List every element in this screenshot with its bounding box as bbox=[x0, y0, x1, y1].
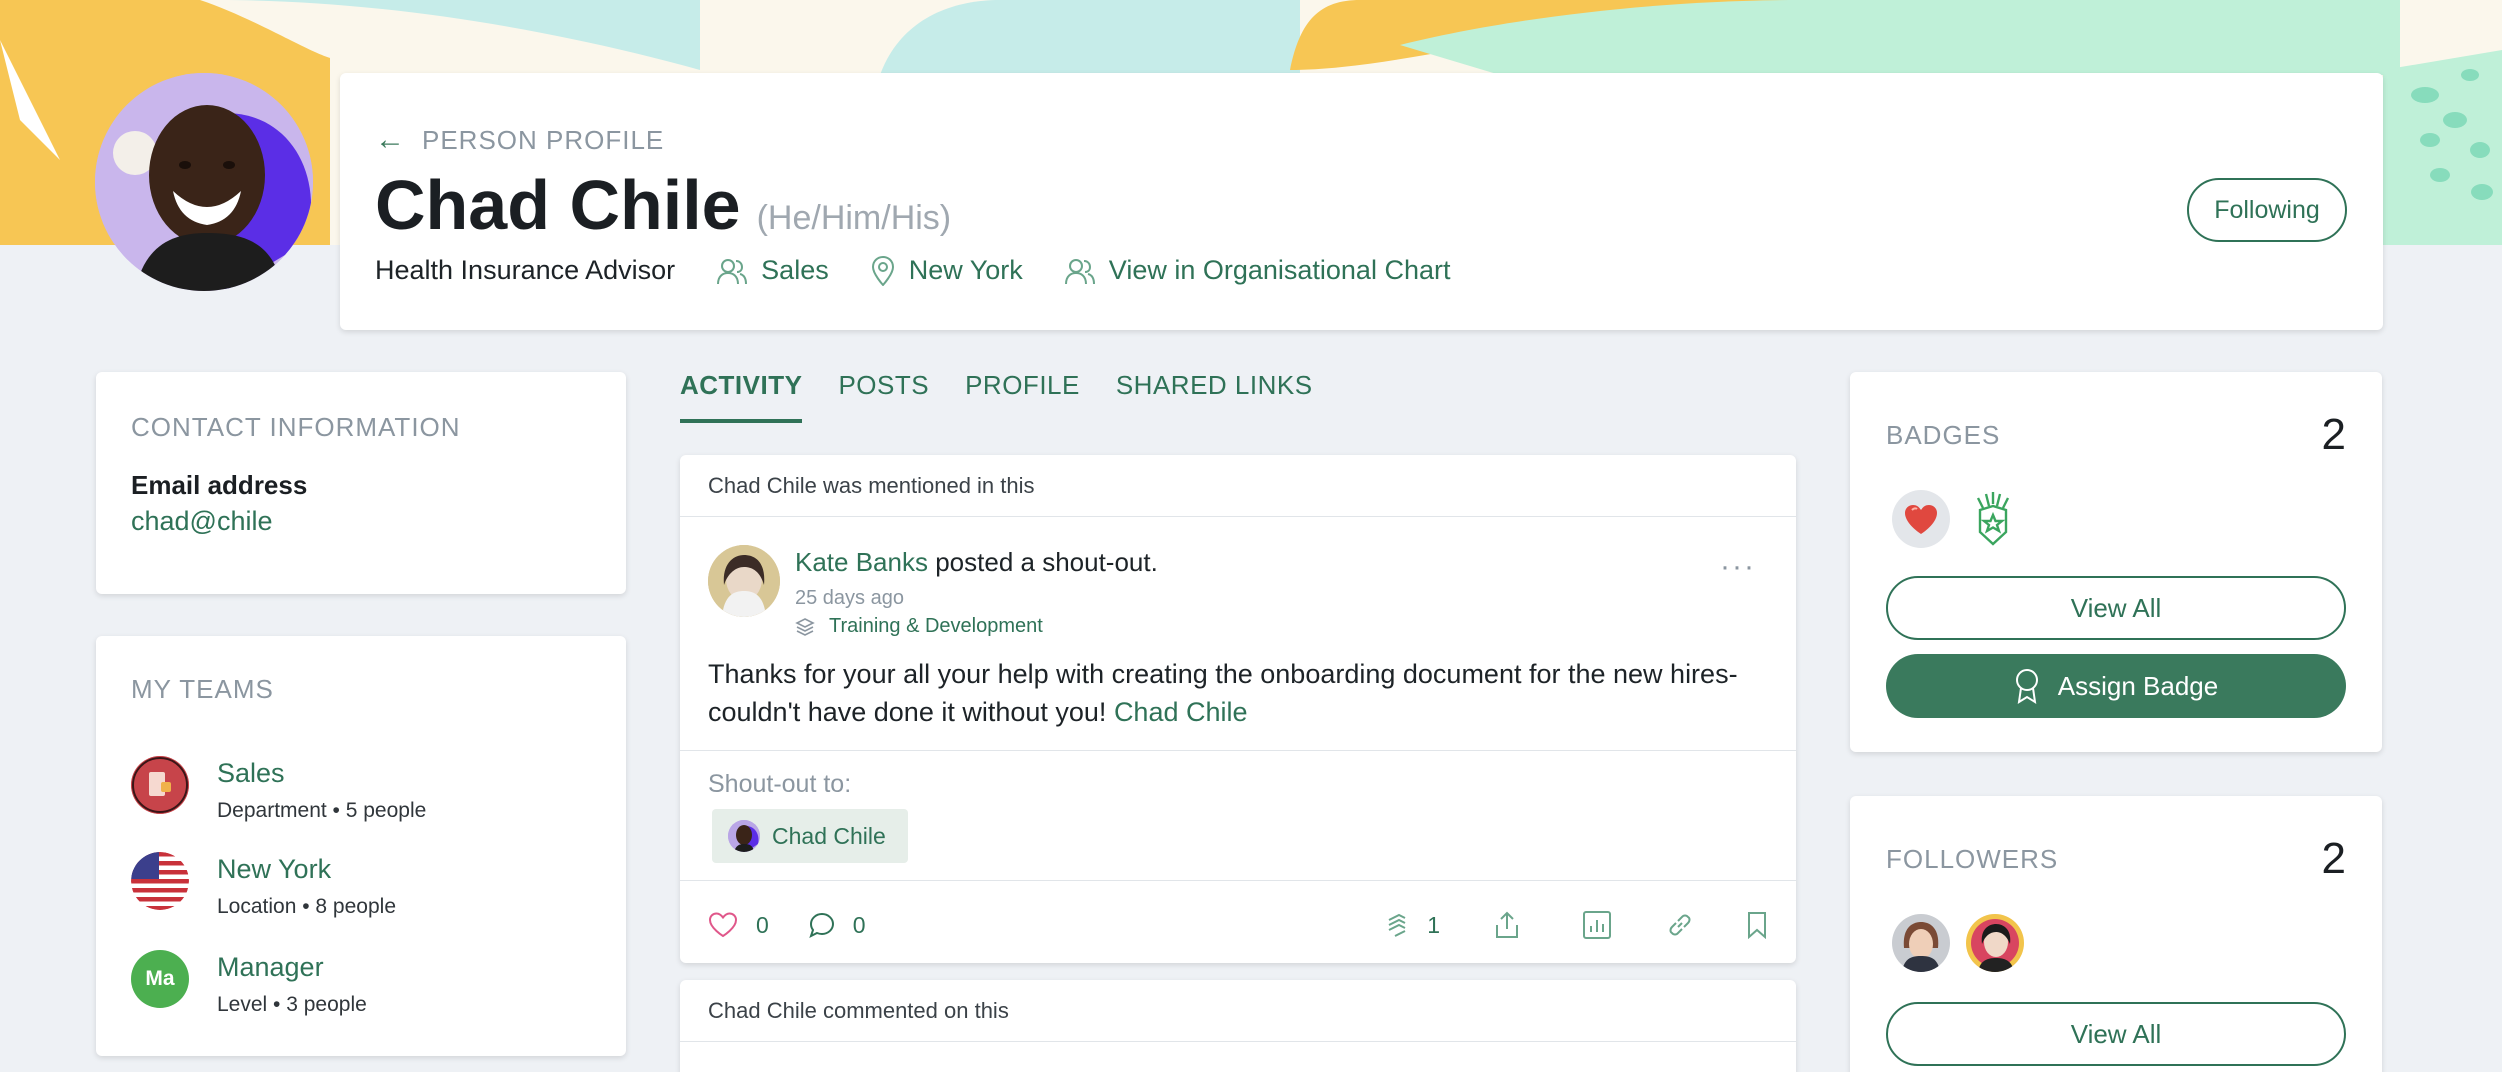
contact-information-card: CONTACT INFORMATION Email address chad@c… bbox=[96, 372, 626, 594]
layers-share-icon bbox=[1388, 913, 1406, 937]
share-button[interactable] bbox=[1494, 911, 1520, 939]
breadcrumb-label: PERSON PROFILE bbox=[422, 124, 665, 155]
assign-badge-button[interactable]: Assign Badge bbox=[1886, 654, 2346, 718]
badges-count: 2 bbox=[2321, 410, 2346, 459]
activity-post-card: Chad Chile was mentioned in this Kate Ba… bbox=[680, 455, 1796, 963]
view-all-badges-button[interactable]: View All bbox=[1886, 576, 2346, 640]
like-button[interactable]: 0 bbox=[708, 912, 769, 939]
star-award-badge-icon[interactable] bbox=[1964, 490, 2022, 548]
profile-avatar bbox=[95, 73, 313, 291]
email-link[interactable]: chad@chile bbox=[131, 506, 273, 537]
follower-list bbox=[1892, 914, 2024, 972]
followers-count: 2 bbox=[2321, 834, 2346, 883]
divider bbox=[680, 880, 1796, 881]
shout-out-label: Shout-out to: bbox=[708, 770, 852, 798]
follower-avatar[interactable] bbox=[1966, 914, 2024, 972]
department-label: Sales bbox=[761, 255, 829, 285]
like-count: 0 bbox=[756, 911, 769, 938]
badges-card: BADGES 2 View All Assign Badge bbox=[1850, 372, 2382, 752]
team-detail: Location • 8 people bbox=[217, 895, 396, 918]
post-actions: 0 0 1 bbox=[708, 905, 1768, 945]
followers-card: FOLLOWERS 2 View All bbox=[1850, 796, 2382, 1072]
recipient-name: Chad Chile bbox=[772, 822, 886, 849]
badge-list bbox=[1892, 490, 2022, 548]
recipient-avatar bbox=[728, 820, 760, 852]
us-flag-icon bbox=[131, 852, 189, 910]
view-all-followers-button[interactable]: View All bbox=[1886, 1002, 2346, 1066]
tab-activity[interactable]: ACTIVITY bbox=[680, 370, 803, 423]
profile-meta: Health Insurance Advisor Sales New York … bbox=[375, 255, 1450, 286]
job-title: Health Insurance Advisor bbox=[375, 255, 676, 285]
comment-count: 0 bbox=[852, 911, 866, 938]
my-teams-card: MY TEAMS Sales Department • 5 people New… bbox=[96, 636, 626, 1056]
badges-title: BADGES bbox=[1886, 420, 2001, 450]
shares-button[interactable]: 1 bbox=[1385, 912, 1440, 939]
post-context: Chad Chile commented on this bbox=[680, 980, 1796, 1042]
following-button[interactable]: Following bbox=[2187, 178, 2347, 242]
team-item-new-york[interactable]: New York Location • 8 people bbox=[131, 852, 396, 919]
back-arrow-icon[interactable]: ← bbox=[375, 123, 406, 157]
stack-icon bbox=[795, 617, 815, 636]
share-upload-icon bbox=[1496, 911, 1518, 938]
mention-link[interactable]: Chad Chile bbox=[1114, 697, 1248, 727]
bar-chart-icon bbox=[1583, 911, 1611, 939]
comment-button[interactable]: 0 bbox=[809, 912, 866, 939]
shout-out-recipient-chip[interactable]: Chad Chile bbox=[712, 809, 908, 863]
department-link[interactable]: Sales bbox=[717, 255, 829, 286]
profile-tabs: ACTIVITY POSTS PROFILE SHARED LINKS bbox=[680, 370, 1313, 423]
poster-line: Kate Banks posted a shout-out. bbox=[795, 547, 1158, 578]
team-name: Sales bbox=[217, 758, 285, 788]
post-context: Chad Chile was mentioned in this bbox=[680, 455, 1796, 517]
people-icon bbox=[717, 258, 748, 284]
post-group-link[interactable]: Training & Development bbox=[795, 615, 1043, 638]
pronouns: (He/Him/His) bbox=[756, 199, 952, 237]
team-detail: Level • 3 people bbox=[217, 993, 367, 1016]
post-time: 25 days ago bbox=[795, 587, 904, 609]
org-chart-link[interactable]: View in Organisational Chart bbox=[1064, 255, 1451, 286]
people-icon bbox=[1064, 258, 1095, 284]
person-name: Chad Chile bbox=[375, 166, 741, 244]
bookmark-icon bbox=[1748, 912, 1766, 939]
tab-posts[interactable]: POSTS bbox=[838, 370, 929, 423]
manager-initials-avatar: Ma bbox=[131, 950, 189, 1008]
location-label: New York bbox=[908, 255, 1023, 285]
org-chart-label: View in Organisational Chart bbox=[1108, 255, 1451, 285]
poster-avatar[interactable] bbox=[708, 545, 780, 617]
heart-badge-icon[interactable] bbox=[1892, 490, 1950, 548]
profile-header-card: ← PERSON PROFILE Chad Chile (He/Him/His)… bbox=[340, 73, 2383, 330]
location-link[interactable]: New York bbox=[871, 255, 1023, 286]
post-group-label: Training & Development bbox=[829, 615, 1043, 637]
tab-profile[interactable]: PROFILE bbox=[965, 370, 1080, 423]
divider bbox=[680, 750, 1796, 751]
activity-post-card-2: Chad Chile commented on this bbox=[680, 980, 1796, 1072]
tab-shared-links[interactable]: SHARED LINKS bbox=[1116, 370, 1313, 423]
post-action-text: posted a shout-out. bbox=[935, 547, 1158, 577]
name-row: Chad Chile (He/Him/His) bbox=[375, 165, 951, 245]
analytics-button[interactable] bbox=[1582, 910, 1612, 940]
team-detail: Department • 5 people bbox=[217, 799, 427, 822]
team-item-manager[interactable]: Ma Manager Level • 3 people bbox=[131, 950, 367, 1017]
team-name: New York bbox=[217, 854, 332, 884]
copy-link-button[interactable] bbox=[1666, 911, 1694, 939]
post-body: Thanks for your all your help with creat… bbox=[708, 655, 1768, 731]
poster-name-link[interactable]: Kate Banks bbox=[795, 547, 928, 577]
link-icon bbox=[1669, 914, 1691, 936]
location-pin-icon bbox=[871, 255, 894, 286]
email-label: Email address bbox=[131, 470, 308, 500]
bookmark-button[interactable] bbox=[1746, 911, 1768, 939]
sales-team-icon bbox=[131, 756, 189, 814]
more-options-icon[interactable]: ··· bbox=[1720, 550, 1756, 584]
award-ribbon-icon bbox=[2015, 669, 2038, 704]
follower-avatar[interactable] bbox=[1892, 914, 1950, 972]
team-item-sales[interactable]: Sales Department • 5 people bbox=[131, 756, 426, 823]
heart-icon bbox=[708, 912, 738, 938]
teams-title: MY TEAMS bbox=[131, 674, 274, 704]
team-name: Manager bbox=[217, 952, 324, 982]
breadcrumb: ← PERSON PROFILE bbox=[375, 123, 664, 157]
share-count: 1 bbox=[1427, 911, 1440, 938]
comment-icon bbox=[809, 912, 834, 938]
assign-badge-label: Assign Badge bbox=[2057, 670, 2219, 701]
contact-title: CONTACT INFORMATION bbox=[131, 412, 461, 442]
followers-title: FOLLOWERS bbox=[1886, 844, 2059, 874]
